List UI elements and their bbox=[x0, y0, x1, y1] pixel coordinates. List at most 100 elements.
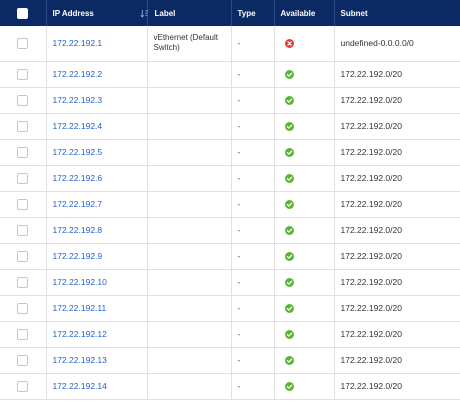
column-header-type-label: Type bbox=[237, 8, 256, 18]
table-row[interactable]: 172.22.192.9 - 172.22.192.0/20 bbox=[0, 243, 460, 270]
ip-address-link[interactable]: 172.22.192.3 bbox=[53, 95, 103, 105]
row-checkbox[interactable] bbox=[17, 94, 29, 106]
type-text: - bbox=[237, 251, 241, 261]
subnet-text: 172.22.192.0/20 bbox=[340, 147, 402, 157]
available-cell bbox=[274, 295, 335, 322]
label-text: vEthernet (Default Switch) bbox=[153, 33, 218, 53]
row-checkbox[interactable] bbox=[17, 224, 29, 236]
ip-address-cell: 172.22.192.8 bbox=[46, 217, 148, 244]
table-row[interactable]: 172.22.192.2 - 172.22.192.0/20 bbox=[0, 61, 460, 88]
row-select-cell bbox=[0, 139, 47, 166]
table-row[interactable]: 172.22.192.6 - 172.22.192.0/20 bbox=[0, 165, 460, 192]
row-checkbox[interactable] bbox=[17, 37, 29, 49]
row-checkbox[interactable] bbox=[17, 120, 29, 132]
ip-address-link[interactable]: 172.22.192.9 bbox=[53, 251, 103, 261]
ip-address-cell: 172.22.192.7 bbox=[46, 191, 148, 218]
check-circle-icon bbox=[284, 329, 294, 339]
table-row[interactable]: 172.22.192.10 - 172.22.192.0/20 bbox=[0, 269, 460, 296]
select-all-checkbox[interactable] bbox=[17, 7, 29, 19]
table-row[interactable]: 172.22.192.12 - 172.22.192.0/20 bbox=[0, 321, 460, 348]
column-header-available[interactable]: Available bbox=[274, 0, 335, 26]
ip-address-table: IP Address Label Type Available Subnet 1… bbox=[0, 0, 460, 400]
column-header-label-text: Label bbox=[154, 8, 176, 18]
type-cell: - bbox=[231, 217, 275, 244]
row-checkbox[interactable] bbox=[17, 380, 29, 392]
type-cell: - bbox=[231, 295, 275, 322]
sort-descending-icon[interactable] bbox=[140, 9, 149, 18]
row-checkbox[interactable] bbox=[17, 146, 29, 158]
ip-address-cell: 172.22.192.1 bbox=[46, 26, 148, 62]
table-row[interactable]: 172.22.192.8 - 172.22.192.0/20 bbox=[0, 217, 460, 244]
table-row[interactable]: 172.22.192.11 - 172.22.192.0/20 bbox=[0, 295, 460, 322]
subnet-cell: 172.22.192.0/20 bbox=[334, 295, 460, 322]
ip-address-link[interactable]: 172.22.192.1 bbox=[53, 38, 103, 48]
type-text: - bbox=[237, 69, 241, 79]
ip-address-link[interactable]: 172.22.192.13 bbox=[53, 355, 107, 365]
type-cell: - bbox=[231, 26, 275, 62]
check-circle-icon bbox=[284, 303, 294, 313]
type-text: - bbox=[237, 355, 241, 365]
ip-address-link[interactable]: 172.22.192.6 bbox=[53, 173, 103, 183]
label-cell: vEthernet (Default Switch) bbox=[147, 26, 232, 62]
column-header-label[interactable]: Label bbox=[140, 0, 232, 26]
type-text: - bbox=[237, 147, 241, 157]
ip-address-cell: 172.22.192.12 bbox=[46, 321, 148, 348]
type-cell: - bbox=[231, 139, 275, 166]
check-circle-icon bbox=[284, 69, 294, 79]
type-cell: - bbox=[231, 61, 275, 88]
available-cell bbox=[274, 26, 335, 62]
row-checkbox[interactable] bbox=[17, 302, 29, 314]
ip-address-link[interactable]: 172.22.192.14 bbox=[53, 381, 107, 391]
table-row[interactable]: 172.22.192.7 - 172.22.192.0/20 bbox=[0, 191, 460, 218]
available-cell bbox=[274, 113, 335, 140]
table-row[interactable]: 172.22.192.1 vEthernet (Default Switch) … bbox=[0, 26, 460, 62]
type-text: - bbox=[237, 381, 241, 391]
row-checkbox[interactable] bbox=[17, 250, 29, 262]
table-body: 172.22.192.1 vEthernet (Default Switch) … bbox=[0, 26, 460, 400]
subnet-text: 172.22.192.0/20 bbox=[340, 381, 402, 391]
type-text: - bbox=[237, 199, 241, 209]
table-header: IP Address Label Type Available Subnet bbox=[0, 0, 460, 26]
label-cell bbox=[147, 217, 232, 244]
ip-address-link[interactable]: 172.22.192.12 bbox=[53, 329, 107, 339]
row-checkbox[interactable] bbox=[17, 354, 29, 366]
check-circle-icon bbox=[284, 173, 294, 183]
label-cell bbox=[147, 347, 232, 374]
ip-address-cell: 172.22.192.5 bbox=[46, 139, 148, 166]
ip-address-link[interactable]: 172.22.192.8 bbox=[53, 225, 103, 235]
column-header-type[interactable]: Type bbox=[231, 0, 275, 26]
row-checkbox[interactable] bbox=[17, 198, 29, 210]
row-checkbox[interactable] bbox=[17, 68, 29, 80]
ip-address-cell: 172.22.192.6 bbox=[46, 165, 148, 192]
ip-address-link[interactable]: 172.22.192.4 bbox=[53, 121, 103, 131]
row-select-cell bbox=[0, 87, 47, 114]
column-header-ip-address[interactable]: IP Address bbox=[46, 0, 148, 26]
row-checkbox[interactable] bbox=[17, 276, 29, 288]
table-row[interactable]: 172.22.192.14 - 172.22.192.0/20 bbox=[0, 373, 460, 400]
ip-address-link[interactable]: 172.22.192.11 bbox=[53, 303, 107, 313]
type-text: - bbox=[237, 38, 241, 48]
subnet-text: 172.22.192.0/20 bbox=[340, 225, 402, 235]
table-row[interactable]: 172.22.192.3 - 172.22.192.0/20 bbox=[0, 87, 460, 114]
row-select-cell bbox=[0, 113, 47, 140]
type-cell: - bbox=[231, 373, 275, 400]
row-checkbox[interactable] bbox=[17, 328, 29, 340]
row-select-cell bbox=[0, 191, 47, 218]
ip-address-cell: 172.22.192.14 bbox=[46, 373, 148, 400]
subnet-cell: 172.22.192.0/20 bbox=[334, 61, 460, 88]
type-text: - bbox=[237, 121, 241, 131]
ip-address-link[interactable]: 172.22.192.2 bbox=[53, 69, 103, 79]
table-row[interactable]: 172.22.192.5 - 172.22.192.0/20 bbox=[0, 139, 460, 166]
row-checkbox[interactable] bbox=[17, 172, 29, 184]
type-text: - bbox=[237, 95, 241, 105]
label-cell bbox=[147, 295, 232, 322]
ip-address-link[interactable]: 172.22.192.5 bbox=[53, 147, 103, 157]
ip-address-link[interactable]: 172.22.192.10 bbox=[53, 277, 107, 287]
table-row[interactable]: 172.22.192.4 - 172.22.192.0/20 bbox=[0, 113, 460, 140]
subnet-text: 172.22.192.0/20 bbox=[340, 95, 402, 105]
table-row[interactable]: 172.22.192.13 - 172.22.192.0/20 bbox=[0, 347, 460, 374]
ip-address-link[interactable]: 172.22.192.7 bbox=[53, 199, 103, 209]
subnet-cell: undefined-0.0.0.0/0 bbox=[334, 26, 460, 62]
column-header-subnet[interactable]: Subnet bbox=[334, 0, 460, 26]
subnet-text: 172.22.192.0/20 bbox=[340, 277, 402, 287]
